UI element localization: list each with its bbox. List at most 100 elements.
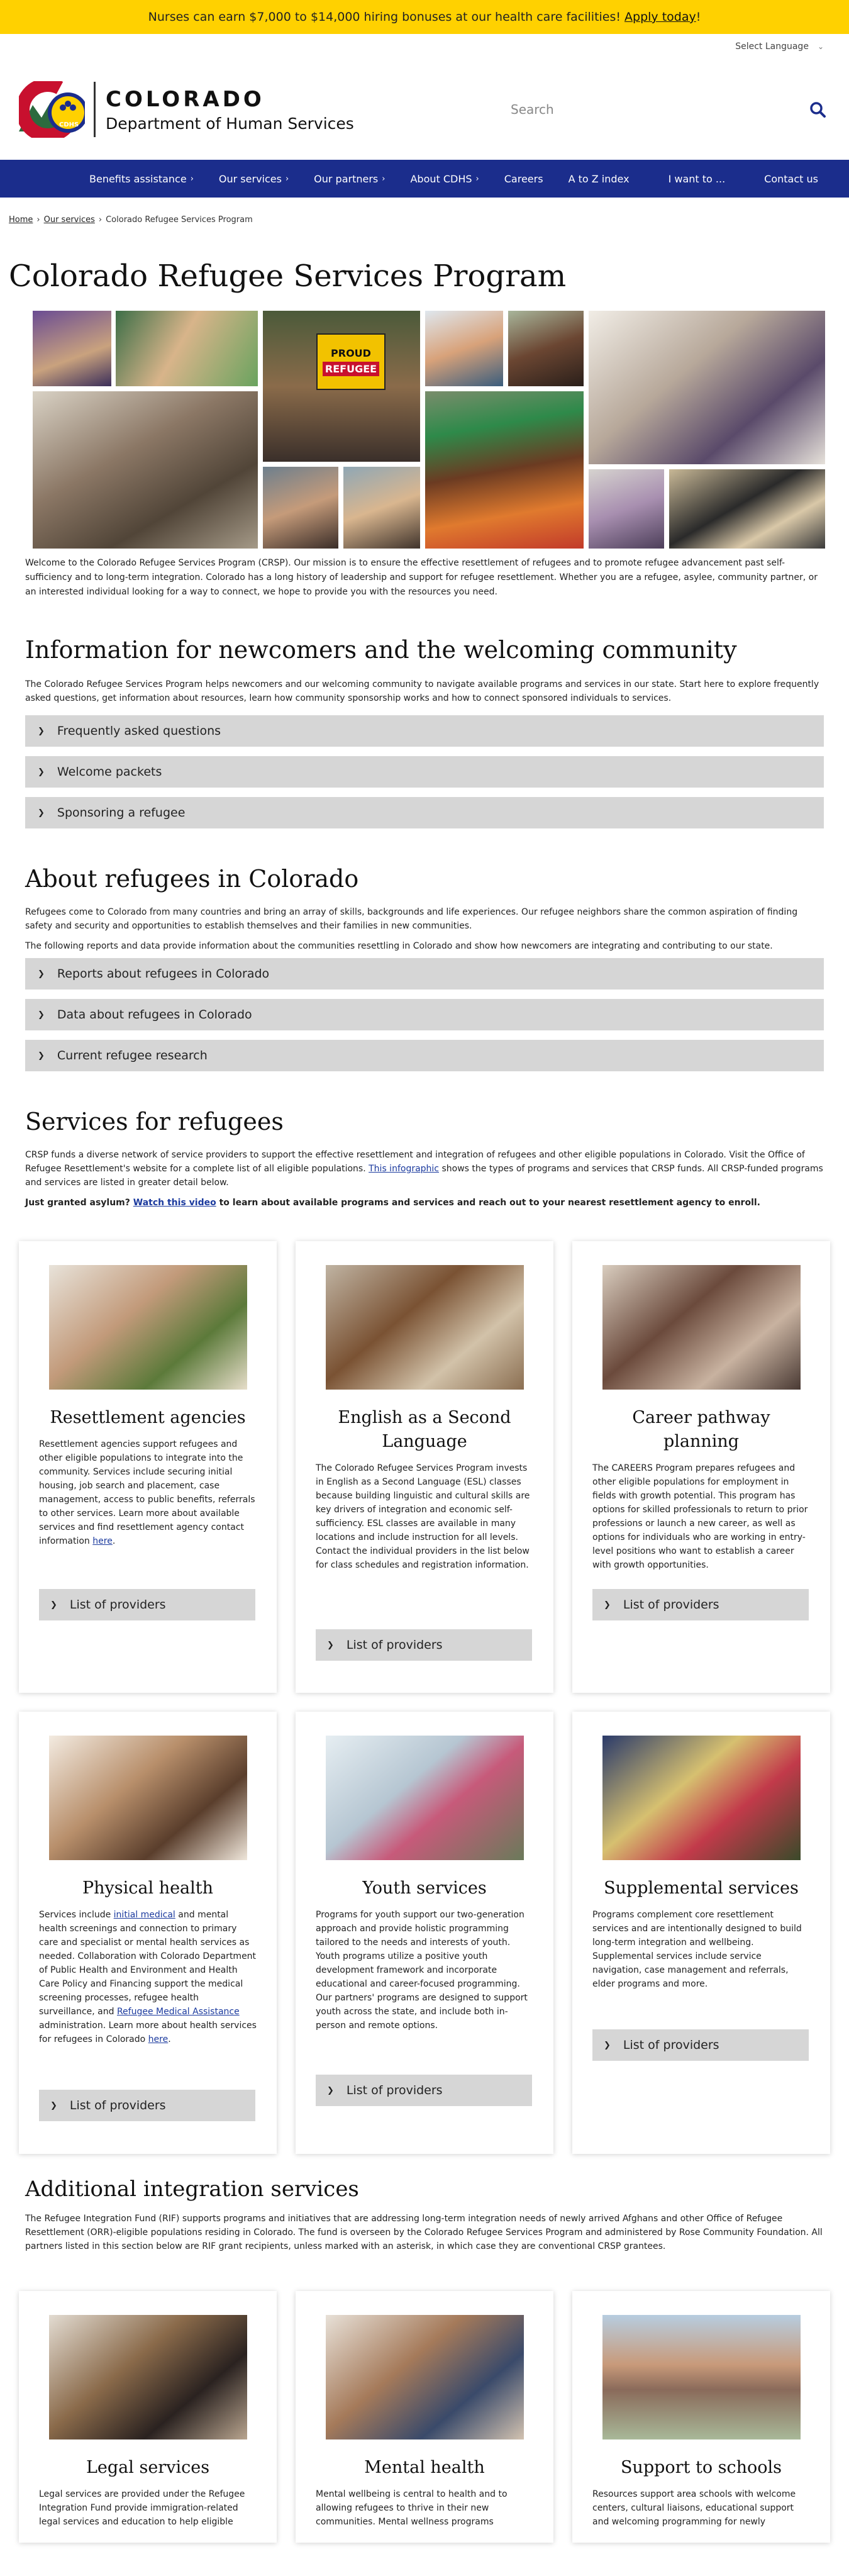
nav-label: Our services — [218, 172, 282, 185]
list-of-providers-button[interactable]: ❯ List of providers — [592, 2029, 809, 2061]
photo-woman-headwrap — [425, 391, 584, 549]
chevron-right-icon: › — [190, 174, 194, 184]
cdhs-logo[interactable]: CDHS COLORADO Department of Human Servic… — [16, 78, 354, 142]
services-cards-row-2: Physical health Services include initial… — [0, 1712, 849, 2154]
chevron-down-icon[interactable]: ⌄ — [818, 42, 824, 51]
card-text: Legal services are provided under the Re… — [39, 2489, 245, 2527]
list-of-providers-button[interactable]: ❯ List of providers — [39, 1589, 255, 1620]
page-title: Colorado Refugee Services Program — [9, 259, 567, 294]
logo-badge-text: CDHS — [59, 121, 79, 128]
card-here-link[interactable]: here — [148, 2034, 169, 2044]
button-label: List of providers — [69, 2099, 166, 2112]
accordion-label: Current refugee research — [57, 1049, 208, 1062]
nav-a-to-z[interactable]: A to Z index — [569, 173, 630, 185]
apply-today-link[interactable]: Apply today — [624, 10, 696, 24]
card-text-b: and mental health screenings and connect… — [39, 1910, 257, 2017]
nav-i-want-to[interactable]: I want to ... — [669, 173, 726, 185]
accordion-label: Data about refugees in Colorado — [57, 1008, 252, 1022]
service-card: Physical health Services include initial… — [19, 1712, 277, 2154]
chevron-down-icon: ❯ — [38, 726, 45, 736]
alert-banner: Nurses can earn $7,000 to $14,000 hiring… — [0, 0, 849, 34]
nav-benefits-assistance[interactable]: Benefits assistance › — [89, 173, 194, 185]
button-label: List of providers — [623, 2038, 719, 2052]
nav-careers[interactable]: Careers — [504, 173, 543, 185]
site-header: CDHS COLORADO Department of Human Servic… — [0, 59, 849, 160]
nav-about-cdhs[interactable]: About CDHS › — [410, 173, 479, 185]
card-title: Supplemental services — [604, 1878, 799, 1898]
accordion-welcome-packets[interactable]: ❯ Welcome packets — [25, 756, 824, 788]
button-label: List of providers — [623, 1598, 719, 1612]
chevron-down-icon: ❯ — [604, 2040, 611, 2050]
refugee-medical-assistance-link[interactable]: Refugee Medical Assistance — [117, 2007, 240, 2017]
nav-label: About CDHS — [410, 172, 472, 185]
about-title: About refugees in Colorado — [25, 865, 359, 893]
career-photo — [602, 1265, 801, 1390]
list-of-providers-button[interactable]: ❯ List of providers — [316, 1629, 532, 1661]
mental-health-photo — [325, 2315, 524, 2439]
accordion-label: Welcome packets — [57, 765, 162, 779]
card-text: Mental wellbeing is central to health an… — [316, 2489, 508, 2527]
search-input[interactable]: Search — [503, 102, 554, 117]
card-text: Programs complement core resettlement se… — [592, 1910, 802, 1989]
search-icon[interactable] — [805, 97, 830, 122]
button-label: List of providers — [346, 1638, 443, 1652]
card-text: Resources support area schools with welc… — [592, 2489, 796, 2527]
card-text: Resettlement agencies support refugees a… — [19, 1437, 277, 1548]
accordion-sponsoring[interactable]: ❯ Sponsoring a refugee — [25, 797, 824, 828]
main-nav: Benefits assistance › Our services › Our p… — [0, 160, 849, 198]
accordion-research[interactable]: ❯ Current refugee research — [25, 1040, 824, 1071]
card-text-a: Services include — [39, 1910, 111, 1920]
list-of-providers-button[interactable]: ❯ List of providers — [39, 2090, 255, 2121]
accordion-reports[interactable]: ❯ Reports about refugees in Colorado — [25, 958, 824, 990]
resettlement-photo — [48, 1265, 247, 1390]
card-title: Career pathway planning — [632, 1408, 770, 1451]
schools-photo — [602, 2315, 801, 2439]
photo-masked-group — [669, 469, 825, 549]
additional-cards-row: Legal services Legal services are provid… — [0, 2291, 849, 2543]
breadcrumb-home[interactable]: Home — [9, 215, 33, 225]
accordion-faq[interactable]: ❯ Frequently asked questions — [25, 715, 824, 747]
about-text-2: The following reports and data provide i… — [25, 941, 773, 951]
chevron-down-icon: ❯ — [604, 1600, 611, 1610]
photo-woman-hijab — [589, 469, 664, 549]
card-title: English as a Second Language — [338, 1408, 511, 1451]
nav-our-services[interactable]: Our services › — [219, 173, 289, 185]
card-text-body: Resettlement agencies support refugees a… — [39, 1439, 255, 1546]
card-text-tail: . — [168, 2034, 171, 2044]
logo-line1: COLORADO — [106, 86, 265, 112]
watch-video-link[interactable]: Watch this video — [133, 1198, 216, 1208]
logo-line2: Department of Human Services — [106, 114, 354, 133]
asylum-text: Just granted asylum? Watch this video to… — [0, 1196, 849, 1210]
nav-label: Our partners — [314, 172, 379, 185]
nav-our-partners[interactable]: Our partners › — [314, 173, 385, 185]
photo-man-portrait — [425, 311, 503, 386]
service-card: Mental health Mental wellbeing is centra… — [296, 2291, 553, 2543]
initial-medical-link[interactable]: initial medical — [114, 1910, 175, 1920]
card-text-tail: . — [112, 1536, 116, 1546]
language-row: Select Language ⌄ — [0, 34, 849, 59]
photo-dance-crowd — [33, 391, 258, 549]
breadcrumb-separator: › — [36, 215, 40, 225]
nav-contact-us[interactable]: Contact us — [764, 173, 818, 185]
physical-health-photo — [48, 1736, 247, 1860]
services-text: CRSP funds a diverse network of service … — [0, 1148, 849, 1190]
card-here-link[interactable]: here — [92, 1536, 113, 1546]
language-select[interactable]: Select Language — [735, 42, 809, 52]
infographic-link[interactable]: This infographic — [369, 1164, 439, 1174]
card-title: Mental health — [364, 2458, 485, 2477]
photo-celebration — [33, 311, 111, 386]
about-text-1: Refugees come to Colorado from many coun… — [25, 907, 798, 931]
photo-family-smiling — [116, 311, 258, 386]
card-title: Physical health — [82, 1878, 214, 1898]
esl-photo — [325, 1265, 524, 1390]
supplemental-photo — [602, 1736, 801, 1860]
service-card: Resettlement agencies Resettlement agenc… — [19, 1241, 277, 1693]
list-of-providers-button[interactable]: ❯ List of providers — [592, 1589, 809, 1620]
card-text: The CAREERS Program prepares refugees an… — [592, 1463, 808, 1570]
list-of-providers-button[interactable]: ❯ List of providers — [316, 2075, 532, 2106]
chevron-down-icon: ❯ — [38, 969, 45, 979]
breadcrumb-services[interactable]: Our services — [44, 215, 95, 225]
search-bar[interactable]: Search — [503, 92, 830, 127]
chevron-down-icon: ❯ — [327, 1640, 334, 1650]
accordion-data[interactable]: ❯ Data about refugees in Colorado — [25, 999, 824, 1030]
